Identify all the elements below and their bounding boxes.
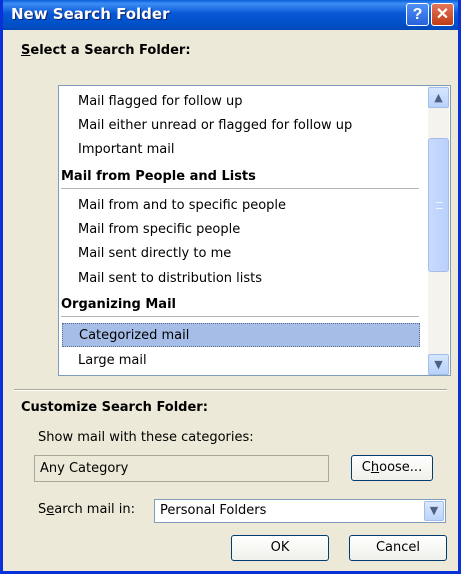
search-folder-list: Mail flagged for follow up Mail either u… [59, 86, 427, 375]
new-search-folder-dialog: New Search Folder ? ✕ Select a Search Fo… [0, 0, 461, 574]
customize-search-folder-title: Customize Search Folder: [21, 400, 208, 415]
dialog-title: New Search Folder [11, 5, 170, 23]
scroll-grip-icon [436, 202, 443, 209]
close-button[interactable]: ✕ [431, 3, 454, 26]
cancel-button[interactable]: Cancel [349, 535, 447, 561]
group-organizing-mail: Organizing Mail [61, 292, 419, 317]
list-item-from-specific[interactable]: Mail from specific people [78, 218, 240, 242]
list-item-from-and-to[interactable]: Mail from and to specific people [78, 194, 286, 218]
search-mail-in-select[interactable]: Personal Folders ▼ [154, 499, 446, 523]
search-mail-in-value: Personal Folders [160, 503, 267, 518]
listbox-scrollbar[interactable]: ▲ ▼ [428, 86, 449, 375]
list-item-categorized-selected[interactable]: Categorized mail [62, 323, 420, 347]
scroll-thumb[interactable] [428, 138, 449, 272]
list-item-sent-directly[interactable]: Mail sent directly to me [78, 242, 231, 266]
select-search-folder-title: Select a Search Folder: [21, 43, 191, 58]
categories-label: Show mail with these categories: [38, 430, 254, 445]
dialog-titlebar: New Search Folder ? ✕ [3, 0, 458, 30]
list-item-flagged[interactable]: Mail flagged for follow up [78, 90, 243, 114]
section-separator [14, 389, 447, 391]
search-folder-listbox[interactable]: Mail flagged for follow up Mail either u… [58, 85, 451, 376]
scroll-down-arrow-icon[interactable]: ▼ [428, 354, 449, 375]
list-item-large-mail[interactable]: Large mail [78, 349, 147, 373]
group-mail-from-people: Mail from People and Lists [61, 164, 419, 189]
scroll-up-arrow-icon[interactable]: ▲ [428, 87, 449, 108]
list-item-important[interactable]: Important mail [78, 138, 174, 162]
help-button[interactable]: ? [406, 3, 429, 26]
list-item-distribution-lists[interactable]: Mail sent to distribution lists [78, 267, 262, 291]
category-display-field: Any Category [34, 455, 329, 482]
dropdown-arrow-icon[interactable]: ▼ [424, 501, 444, 521]
ok-button[interactable]: OK [231, 535, 329, 561]
search-mail-in-label: Search mail in: [38, 502, 136, 517]
list-item-unread-or-flagged[interactable]: Mail either unread or flagged for follow… [78, 114, 352, 138]
choose-button[interactable]: Choose... [351, 455, 433, 481]
